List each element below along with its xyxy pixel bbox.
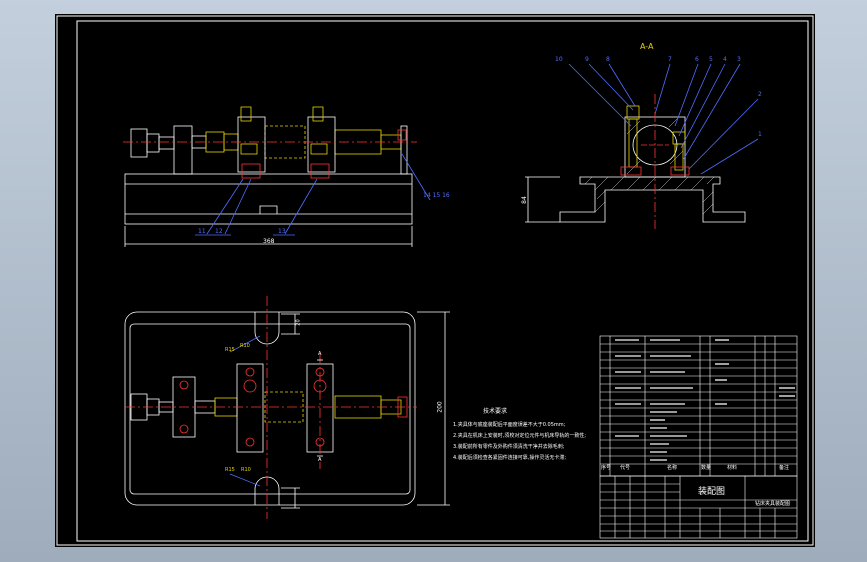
section-view [525, 63, 759, 229]
screw-head [130, 128, 148, 158]
base-plate [124, 173, 413, 225]
section-balloon: 6 [695, 56, 699, 63]
title-block [599, 475, 798, 539]
outer-border [56, 15, 814, 546]
top-base-outline [124, 311, 416, 506]
radius-label: R10 [241, 467, 251, 473]
front-balloon: 14 15 16 [423, 192, 450, 199]
tech-req-line: 1.夹具体与底座装配后平面度误差不大于0.05mm; [453, 422, 566, 428]
front-balloon: 13 [278, 228, 286, 235]
support-block [173, 125, 193, 175]
section-balloon: 3 [737, 56, 741, 63]
title-block-title: 装配图 [698, 487, 726, 497]
top-slot-dim: 20 [295, 319, 302, 326]
section-balloon: 4 [723, 56, 727, 63]
parts-list [599, 335, 798, 477]
parts-header-code: 代号 [620, 465, 631, 471]
tech-req-line: 3.装配前所有零件及外购件须清洗干净并去除毛刺; [453, 444, 565, 450]
radius-label: R15 [225, 467, 235, 473]
inner-border [76, 20, 809, 542]
title-block-drawing-name: 钻床夹具装配图 [755, 501, 791, 507]
front-balloon: 11 [198, 228, 206, 235]
section-base [559, 176, 746, 223]
section-mark: A [318, 351, 322, 357]
section-balloon: 1 [758, 131, 762, 138]
section-balloon: 2 [758, 91, 762, 98]
radius-label: R15 [225, 347, 235, 353]
section-balloon: 9 [585, 56, 589, 63]
tech-req-line: 4.装配后须检查各紧固件连接可靠,操作灵活无卡滞; [453, 455, 567, 461]
front-balloon: 12 [215, 228, 223, 235]
section-height-dim: 84 [520, 196, 528, 204]
section-title: A-A [640, 42, 654, 51]
top-height-dim: 200 [436, 401, 444, 413]
parts-header-note: 备注 [779, 465, 790, 471]
front-view [123, 106, 431, 247]
radius-label: R10 [240, 343, 250, 349]
tech-req-heading: 技术要求 [483, 408, 508, 415]
section-balloon: 10 [555, 56, 563, 63]
top-view [124, 296, 450, 519]
section-balloon: 8 [606, 56, 610, 63]
tech-req-line: 2.夹具在机床上安装时,须校对定位元件与机床导轨的一致性; [453, 433, 587, 439]
parts-header-name: 名称 [667, 465, 678, 471]
section-mark: A [318, 457, 322, 463]
section-balloon: 7 [668, 56, 672, 63]
section-balloon: 5 [709, 56, 713, 63]
front-width-dim: 368 [263, 238, 275, 245]
cad-drawing-sheet: A-A 10 9 8 7 6 5 4 3 2 1 84 11 12 13 14 … [55, 14, 815, 547]
parts-header-no: 序号 [601, 465, 612, 471]
parts-header-qty: 数量 [701, 465, 712, 471]
parts-header-material: 材料 [727, 465, 738, 471]
